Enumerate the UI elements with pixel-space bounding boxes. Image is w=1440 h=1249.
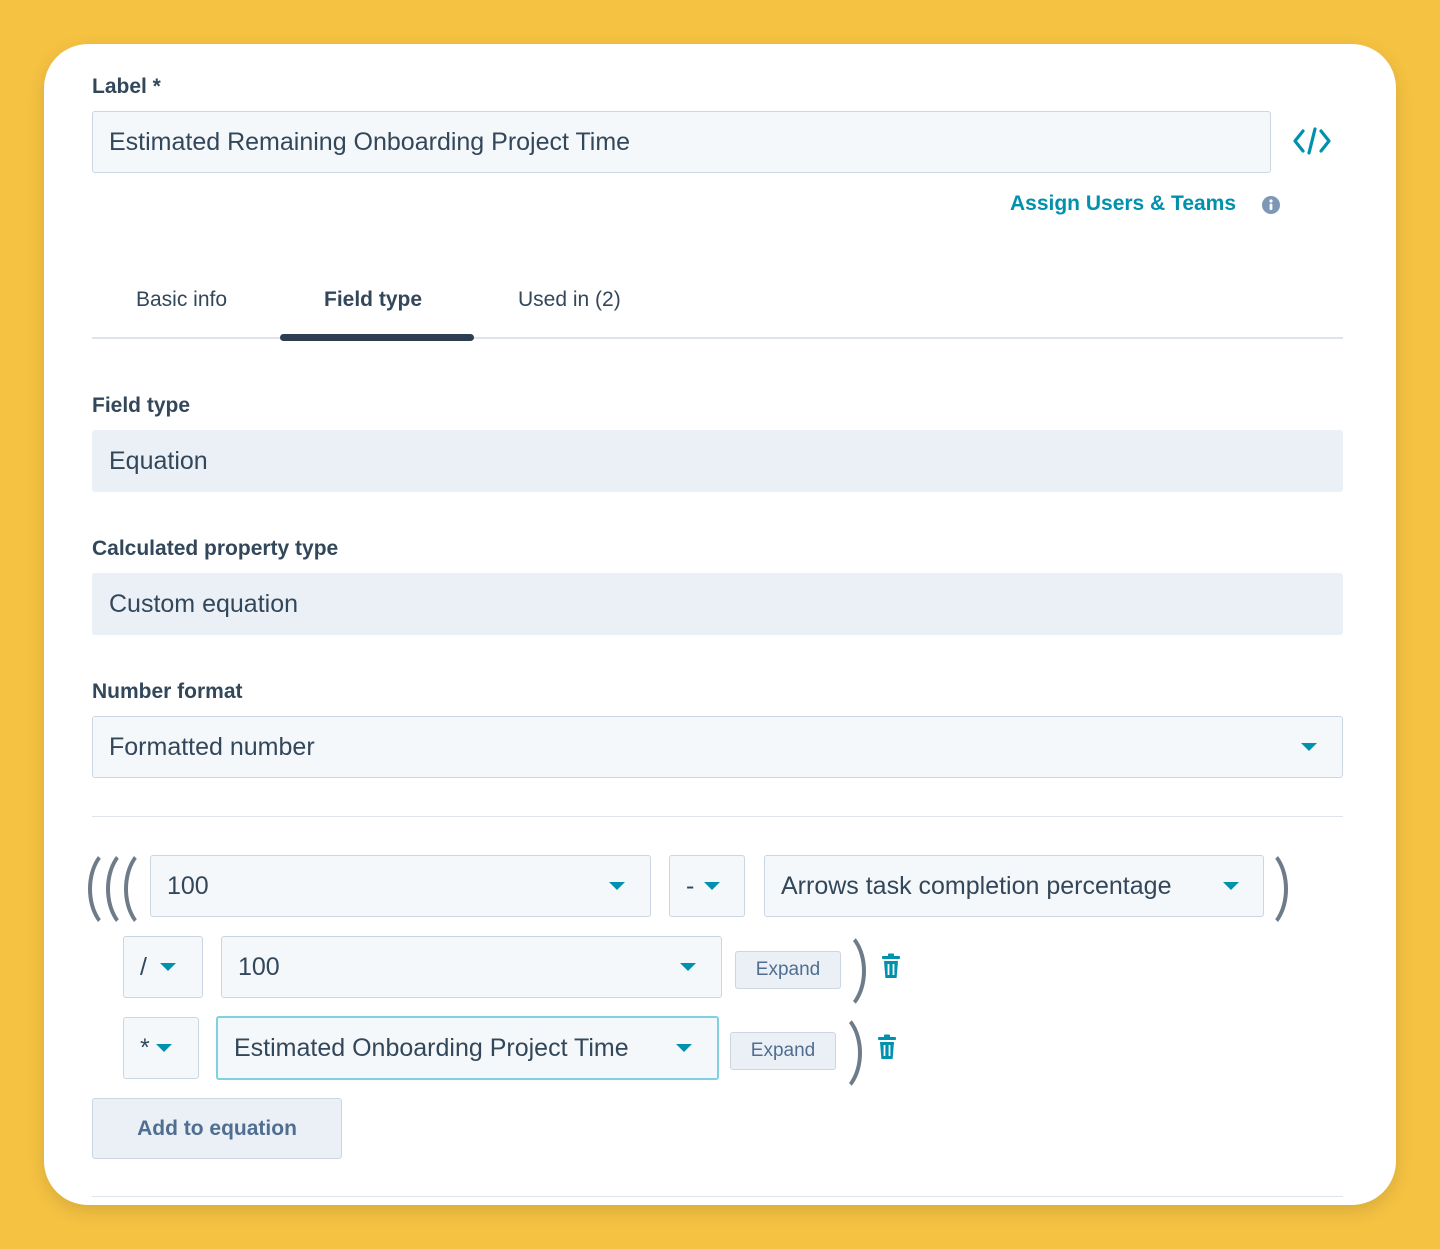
number-format-value: Formatted number <box>109 732 315 761</box>
trash-icon[interactable] <box>880 953 902 979</box>
chevron-down-icon <box>156 1044 172 1052</box>
close-paren-row2 <box>808 928 866 1014</box>
active-tab-indicator <box>280 334 474 341</box>
label-input-value: Estimated Remaining Onboarding Project T… <box>109 127 631 156</box>
number-format-label: Number format <box>92 680 243 703</box>
equation-row3-operator-value: * <box>140 1033 150 1062</box>
add-to-equation-button[interactable]: Add to equation <box>92 1098 342 1159</box>
calculated-property-type-value: Custom equation <box>92 573 1343 635</box>
assign-users-teams-link[interactable]: Assign Users & Teams <box>1010 192 1236 216</box>
equation-row3-value: Estimated Onboarding Project Time <box>234 1033 629 1062</box>
equation-row3-operator-select[interactable]: * <box>123 1017 199 1079</box>
label-input[interactable]: Estimated Remaining Onboarding Project T… <box>92 111 1271 173</box>
section-divider <box>92 816 1343 817</box>
equation-row1-operator-value: - <box>686 871 695 900</box>
field-type-value: Equation <box>92 430 1343 492</box>
equation-row2-value: 100 <box>238 952 280 981</box>
equation-row1-left-select[interactable]: 100 <box>150 855 651 917</box>
chevron-down-icon <box>160 963 176 971</box>
field-type-label: Field type <box>92 394 191 417</box>
equation-row2-operator-value: / <box>140 952 147 981</box>
bottom-divider <box>92 1196 1343 1197</box>
number-format-select[interactable]: Formatted number <box>92 716 1343 778</box>
equation-row2-operator-select[interactable]: / <box>123 936 203 998</box>
trash-icon[interactable] <box>876 1034 898 1060</box>
equation-row2-value-select[interactable]: 100 <box>221 936 722 998</box>
calculated-property-type-value-text: Custom equation <box>109 589 299 618</box>
tab-used-in[interactable]: Used in (2) <box>518 288 621 312</box>
field-type-value-text: Equation <box>109 446 208 475</box>
equation-row1-operator-select[interactable]: - <box>669 855 745 917</box>
tab-field-type[interactable]: Field type <box>324 288 422 312</box>
chevron-down-icon <box>704 882 720 890</box>
equation-row1-left-value: 100 <box>167 871 209 900</box>
chevron-down-icon <box>676 1044 692 1052</box>
chevron-down-icon <box>680 963 696 971</box>
chevron-down-icon <box>609 882 625 890</box>
info-icon[interactable] <box>1262 196 1280 214</box>
property-editor-card: Label * Estimated Remaining Onboarding P… <box>44 44 1396 1205</box>
calculated-property-type-label: Calculated property type <box>92 537 339 560</box>
equation-row1-right-value: Arrows task completion percentage <box>781 871 1172 900</box>
tab-basic-info[interactable]: Basic info <box>136 288 227 312</box>
equation-row3-value-select[interactable]: Estimated Onboarding Project Time <box>216 1016 719 1080</box>
close-paren-row3 <box>804 1010 862 1096</box>
chevron-down-icon <box>1301 743 1317 751</box>
equation-row1-right-select[interactable]: Arrows task completion percentage <box>764 855 1264 917</box>
code-icon[interactable] <box>1292 124 1332 158</box>
close-paren-row1 <box>1232 846 1288 932</box>
label-field-label: Label * <box>92 75 161 98</box>
